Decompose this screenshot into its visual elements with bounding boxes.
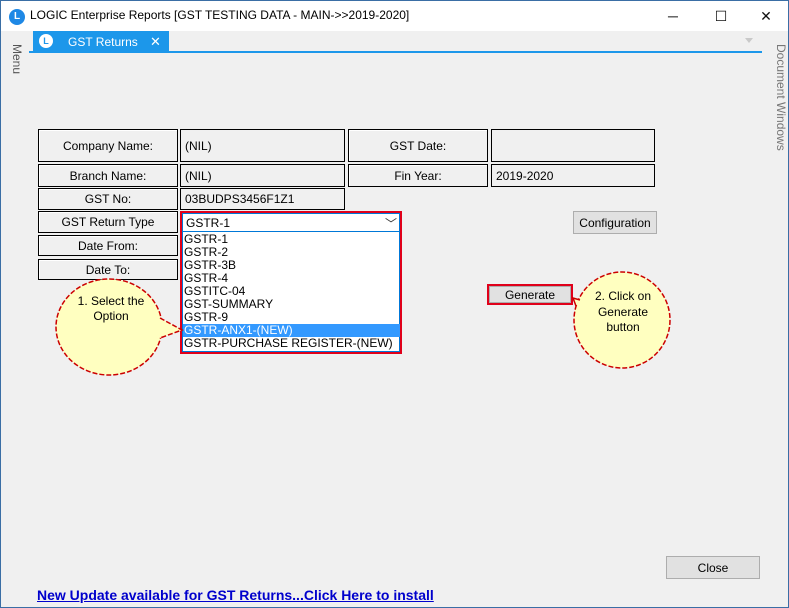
callout-click-generate: 2. Click on Generate button — [571, 271, 671, 369]
update-install-link[interactable]: New Update available for GST Returns...C… — [37, 587, 434, 603]
callout-select-option: 1. Select the Option — [55, 278, 184, 376]
callout-two-line-3: button — [606, 320, 639, 334]
callout-one-line-1: 1. Select the — [78, 294, 145, 308]
callout-one-line-2: Option — [93, 309, 128, 323]
callout-layer: 1. Select the Option 2. Click on Generat… — [55, 271, 671, 376]
callout-two-line-1: 2. Click on — [595, 289, 651, 303]
callout-two-line-2: Generate — [598, 305, 648, 319]
